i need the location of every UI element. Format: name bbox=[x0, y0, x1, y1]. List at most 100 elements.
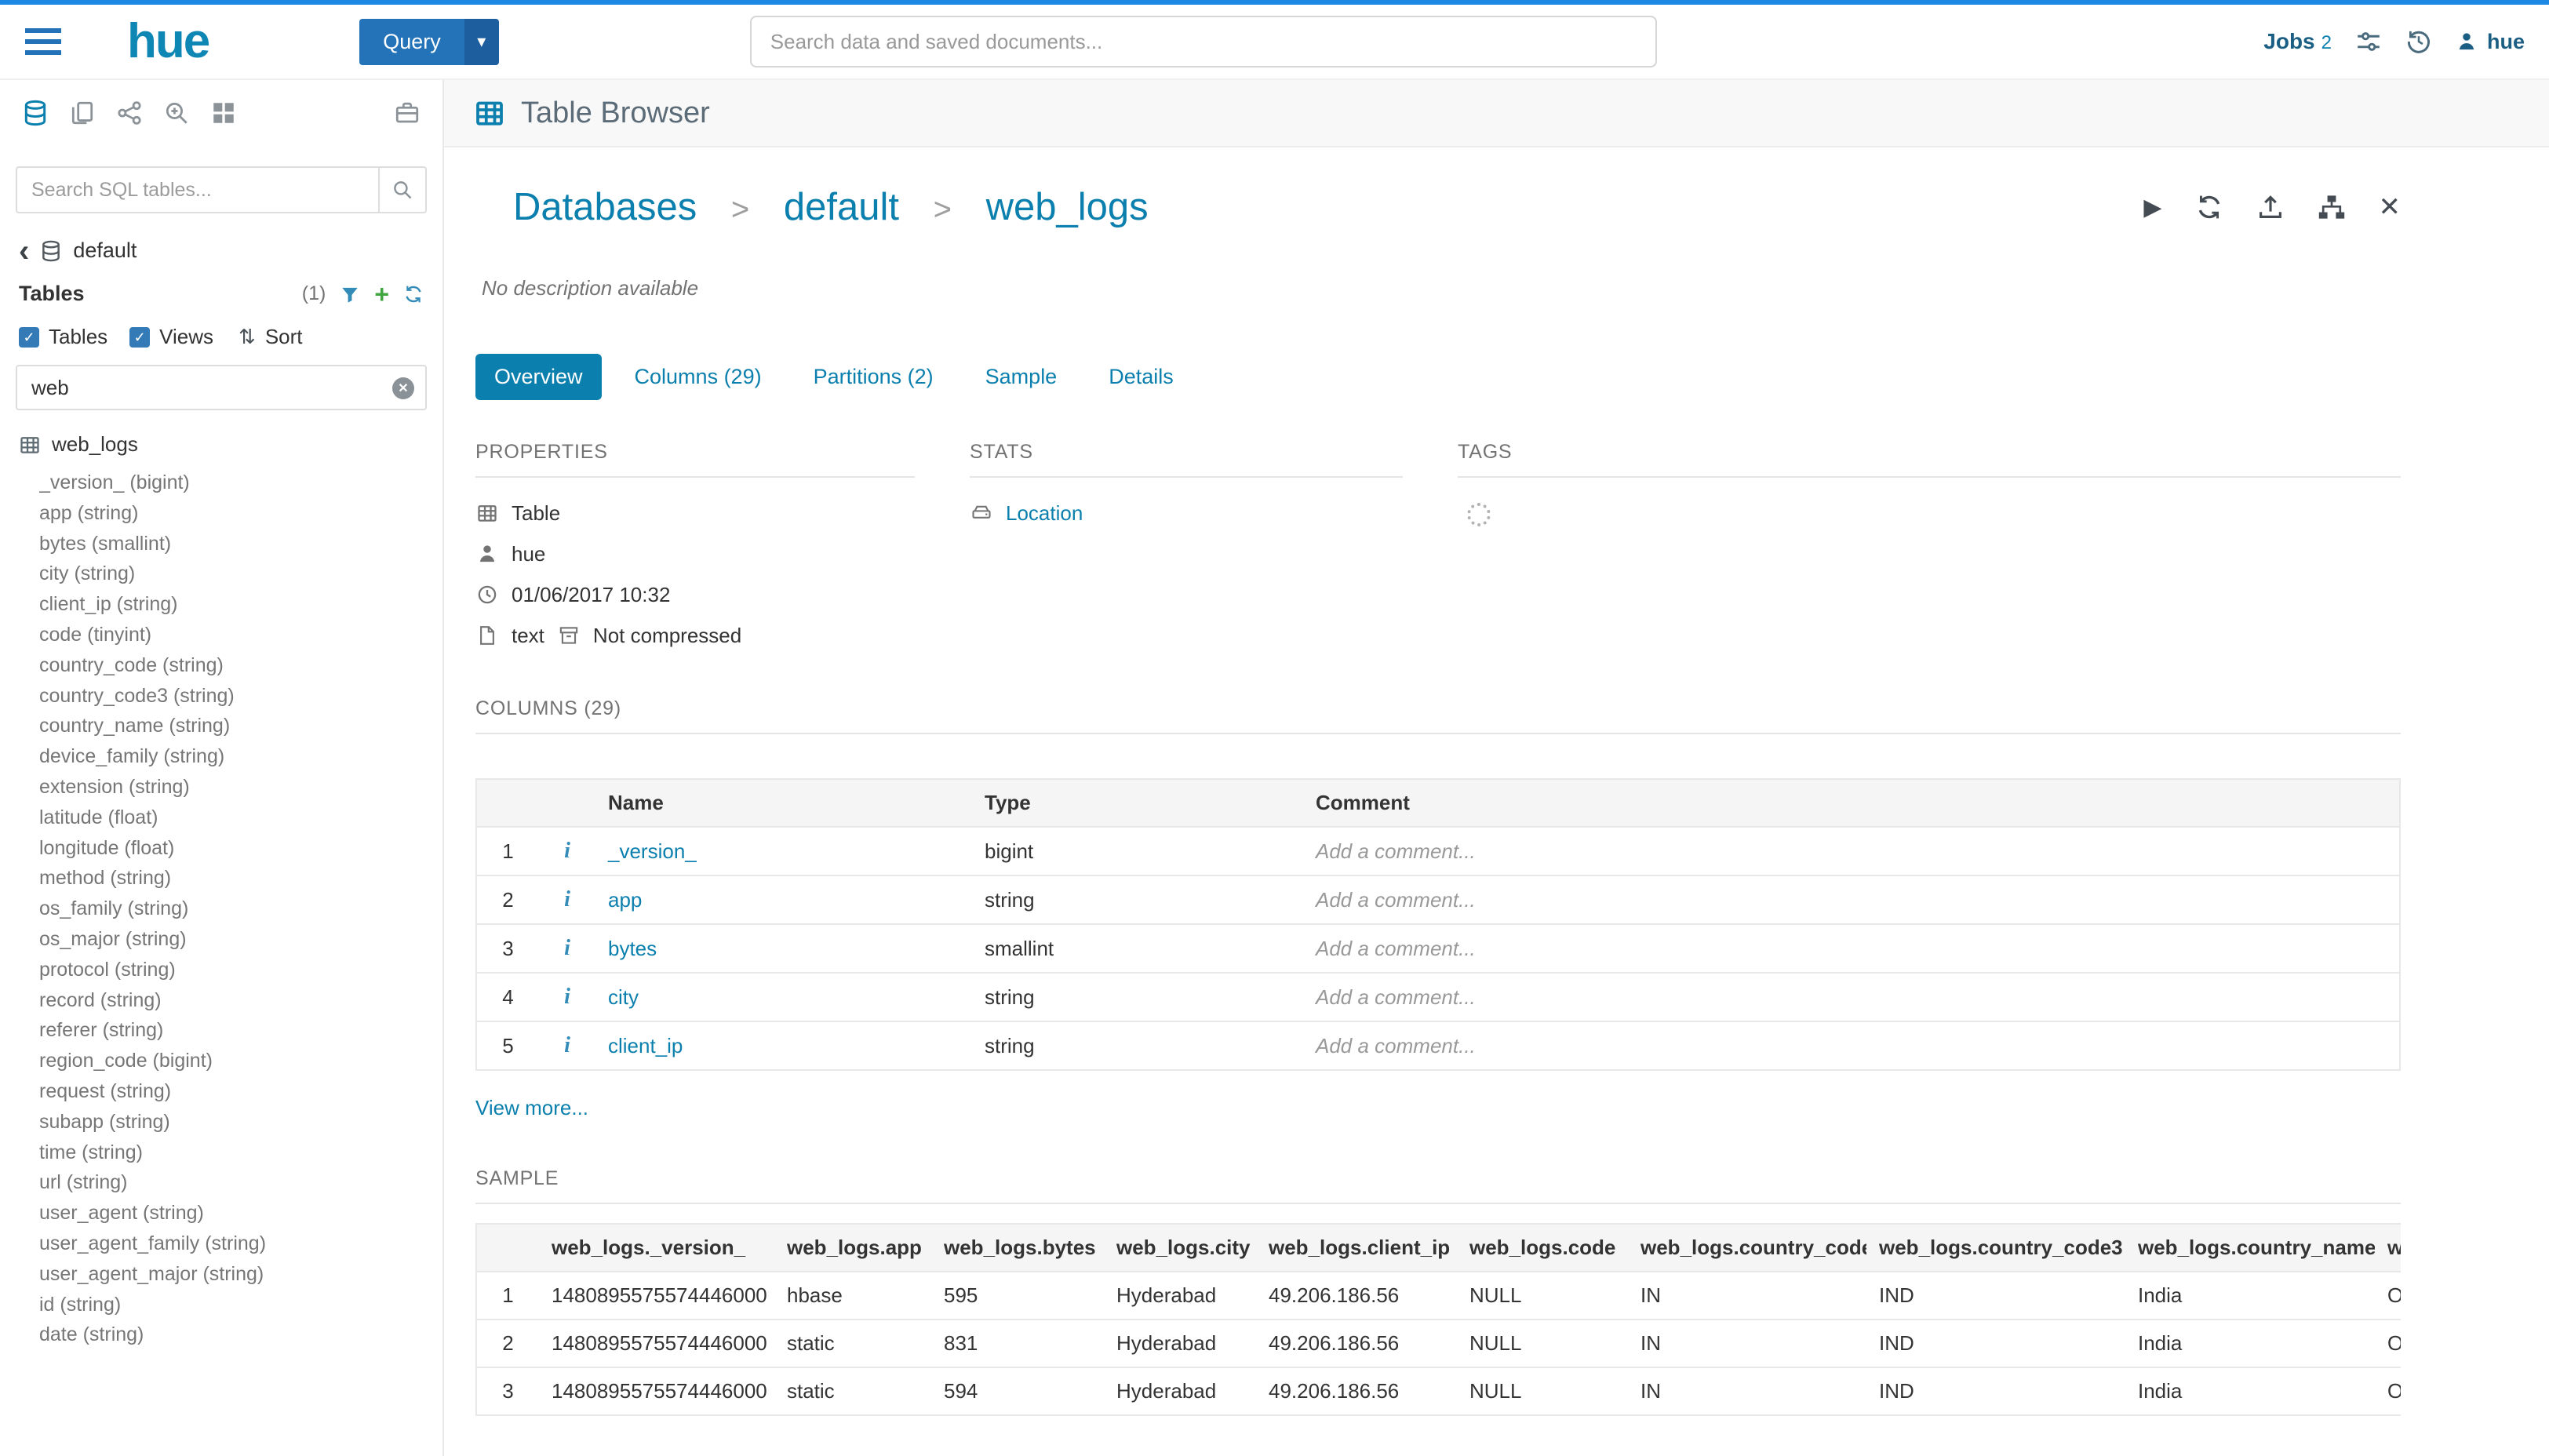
sidebar-column-item[interactable]: app (string) bbox=[39, 498, 433, 529]
sidebar-table-item[interactable]: web_logs bbox=[0, 417, 442, 460]
documents-icon[interactable] bbox=[69, 100, 96, 126]
sidebar-column-item[interactable]: longitude (float) bbox=[39, 833, 433, 864]
magnifier-icon bbox=[391, 179, 413, 201]
column-name-link[interactable]: bytes bbox=[608, 937, 657, 960]
info-icon[interactable] bbox=[564, 985, 570, 1009]
sample-row: 3 1480895575574446000 static 594 Hyderab… bbox=[476, 1367, 2401, 1415]
hue-logo[interactable]: hue bbox=[127, 17, 209, 66]
database-assist-icon[interactable] bbox=[22, 100, 49, 126]
breadcrumb-databases[interactable]: Databases bbox=[513, 186, 697, 228]
add-icon[interactable] bbox=[374, 284, 389, 304]
sidebar-column-item[interactable]: _version_ (bigint) bbox=[39, 468, 433, 498]
column-name-link[interactable]: _version_ bbox=[608, 839, 697, 863]
archive-icon bbox=[557, 624, 581, 646]
table-browser-icon bbox=[474, 97, 505, 129]
query-play-icon[interactable] bbox=[2143, 194, 2161, 221]
col-header-type: Type bbox=[972, 779, 1303, 827]
tab[interactable]: Partitions (2) bbox=[795, 354, 952, 400]
global-search-input[interactable] bbox=[750, 16, 1657, 67]
breadcrumb-table[interactable]: web_logs bbox=[986, 186, 1149, 228]
database-breadcrumb[interactable]: ‹ default bbox=[0, 223, 442, 269]
views-checkbox[interactable] bbox=[129, 327, 150, 348]
column-name-link[interactable]: client_ip bbox=[608, 1034, 683, 1057]
sidebar-column-item[interactable]: code (tinyint) bbox=[39, 620, 433, 650]
sidebar-column-item[interactable]: url (string) bbox=[39, 1167, 433, 1198]
sidebar-column-item[interactable]: id (string) bbox=[39, 1290, 433, 1320]
sidebar-column-item[interactable]: device_family (string) bbox=[39, 741, 433, 772]
search-icon[interactable] bbox=[378, 166, 427, 213]
sidebar-column-item[interactable]: os_major (string) bbox=[39, 924, 433, 955]
sort-label[interactable]: Sort bbox=[265, 325, 303, 349]
tables-filter-label: Tables bbox=[49, 325, 107, 349]
sidebar-column-item[interactable]: latitude (float) bbox=[39, 803, 433, 833]
info-icon[interactable] bbox=[564, 1033, 570, 1057]
sample-column-header: web_logs.app bbox=[774, 1224, 931, 1272]
tab[interactable]: Columns (29) bbox=[616, 354, 781, 400]
sidebar-column-item[interactable]: time (string) bbox=[39, 1138, 433, 1168]
database-name[interactable]: default bbox=[73, 238, 137, 263]
entity-type: Table bbox=[512, 498, 560, 528]
column-name-link[interactable]: app bbox=[608, 888, 642, 912]
sidebar-column-item[interactable]: protocol (string) bbox=[39, 955, 433, 985]
refresh-tables-icon[interactable] bbox=[403, 284, 424, 304]
sidebar-column-item[interactable]: referer (string) bbox=[39, 1015, 433, 1046]
upload-icon[interactable] bbox=[2256, 193, 2285, 221]
breadcrumb-database[interactable]: default bbox=[784, 186, 899, 228]
view-more-link[interactable]: View more... bbox=[475, 1096, 588, 1120]
menu-icon[interactable] bbox=[25, 28, 61, 55]
properties-section: PROPERTIES Table hue 01/06/2017 10:32 te… bbox=[475, 441, 915, 650]
sql-search-input[interactable] bbox=[16, 166, 378, 213]
sidebar-column-item[interactable]: os_family (string) bbox=[39, 894, 433, 924]
sidebar-column-item[interactable]: country_code (string) bbox=[39, 650, 433, 681]
sidebar-column-item[interactable]: method (string) bbox=[39, 863, 433, 894]
assist-search bbox=[16, 166, 427, 213]
sidebar-column-item[interactable]: user_agent (string) bbox=[39, 1198, 433, 1228]
sidebar-column-item[interactable]: record (string) bbox=[39, 985, 433, 1016]
info-icon[interactable] bbox=[564, 936, 570, 960]
table-filter-input[interactable] bbox=[16, 365, 427, 410]
sidebar-column-item[interactable]: region_code (bigint) bbox=[39, 1046, 433, 1076]
history-icon[interactable] bbox=[2405, 28, 2432, 55]
grid-icon[interactable] bbox=[210, 100, 237, 126]
nodes-icon[interactable] bbox=[116, 100, 143, 126]
sidebar-column-item[interactable]: city (string) bbox=[39, 559, 433, 589]
tab[interactable]: Details bbox=[1090, 354, 1193, 400]
briefcase-icon[interactable] bbox=[394, 100, 421, 126]
tab[interactable]: Overview bbox=[475, 354, 602, 400]
chevron-left-icon[interactable]: ‹ bbox=[19, 242, 29, 260]
sidebar-column-item[interactable]: subapp (string) bbox=[39, 1107, 433, 1138]
info-icon[interactable] bbox=[564, 887, 570, 912]
caret-down-icon[interactable] bbox=[464, 19, 499, 65]
sidebar-column-item[interactable]: user_agent_family (string) bbox=[39, 1228, 433, 1259]
user-menu[interactable]: hue bbox=[2456, 30, 2525, 54]
query-button[interactable]: Query bbox=[359, 19, 499, 65]
refresh-icon[interactable] bbox=[2195, 193, 2223, 221]
sidebar-column-item[interactable]: bytes (smallint) bbox=[39, 529, 433, 559]
jobs-link[interactable]: Jobs 2 bbox=[2263, 29, 2332, 54]
location-link[interactable]: Location bbox=[1006, 498, 1083, 528]
column-name-link[interactable]: city bbox=[608, 985, 639, 1009]
sidebar-column-item[interactable]: date (string) bbox=[39, 1320, 433, 1350]
sample-column-header: web_logs._version_ bbox=[539, 1224, 774, 1272]
sidebar-column-item[interactable]: user_agent_major (string) bbox=[39, 1259, 433, 1290]
zoom-plus-icon[interactable] bbox=[163, 100, 190, 126]
sidebar-column-item[interactable]: client_ip (string) bbox=[39, 589, 433, 620]
tables-checkbox[interactable] bbox=[19, 327, 39, 348]
filter-icon[interactable] bbox=[340, 284, 360, 304]
close-icon[interactable] bbox=[2379, 191, 2402, 223]
tab[interactable]: Sample bbox=[967, 354, 1076, 400]
info-icon[interactable] bbox=[564, 839, 570, 863]
table-description[interactable]: No description available bbox=[482, 276, 2401, 300]
sidebar-column-item[interactable]: country_code3 (string) bbox=[39, 681, 433, 712]
topbar-right: Jobs 2 hue bbox=[2263, 28, 2525, 55]
column-row: 1 _version_ bigint Add a comment... bbox=[476, 827, 2400, 875]
clear-filter-icon[interactable] bbox=[392, 377, 414, 399]
lineage-icon[interactable] bbox=[2318, 193, 2346, 221]
sliders-icon[interactable] bbox=[2355, 28, 2382, 55]
sidebar-column-item[interactable]: country_name (string) bbox=[39, 711, 433, 741]
hdd-icon bbox=[970, 502, 993, 524]
sidebar-column-item[interactable]: extension (string) bbox=[39, 772, 433, 803]
sort-icon[interactable] bbox=[239, 325, 256, 349]
query-button-label[interactable]: Query bbox=[359, 19, 464, 65]
sidebar-column-item[interactable]: request (string) bbox=[39, 1076, 433, 1107]
